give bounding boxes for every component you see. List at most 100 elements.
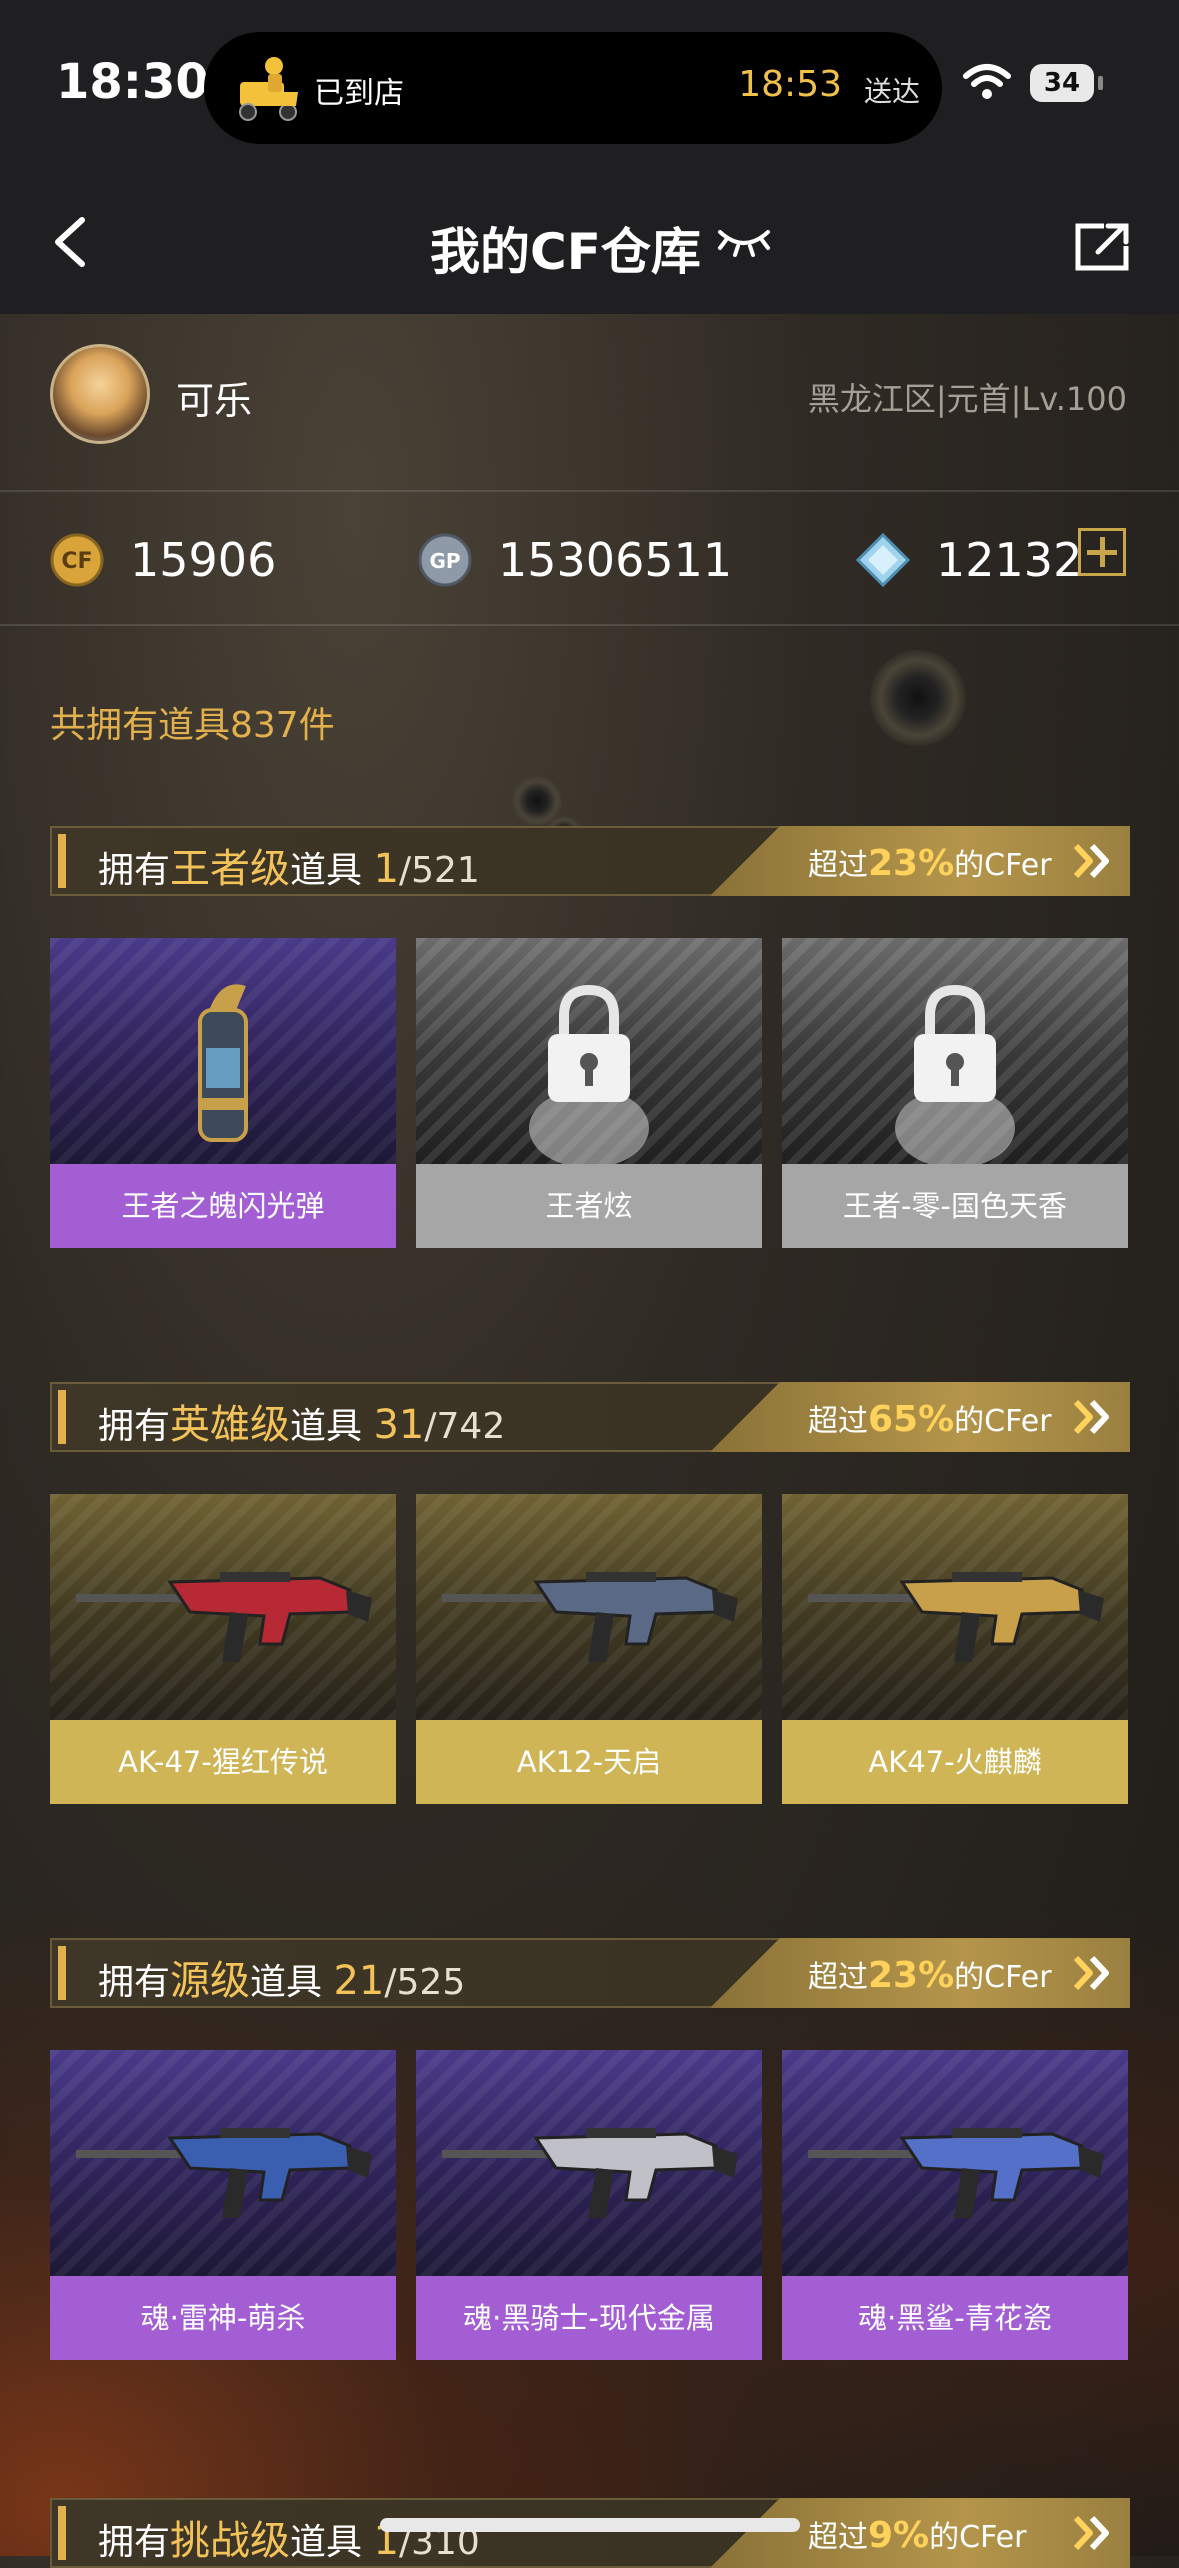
add-currency-button[interactable]	[1078, 528, 1126, 576]
item-image	[782, 2050, 1128, 2276]
item-name: 王者-零-国色天香	[782, 1164, 1128, 1248]
section-suffix: 道具	[290, 850, 363, 891]
item-name: 王者炫	[416, 1164, 762, 1248]
item-image	[782, 938, 1128, 1168]
page-title: 我的CF仓库	[430, 223, 701, 281]
section-header[interactable]: 拥有王者级道具 1/521 超过23%的CFer	[50, 826, 1130, 896]
rank-text: 超过65%的CFer	[808, 1396, 1052, 1440]
section-total-count: /521	[398, 850, 480, 891]
eye-closed-icon[interactable]	[716, 222, 772, 262]
cf-coin-icon: CF	[50, 533, 104, 587]
section-rank-badge[interactable]: 超过65%的CFer	[710, 1382, 1130, 1452]
rifle-icon	[808, 2128, 1104, 2218]
share-icon[interactable]	[1074, 222, 1130, 272]
user-name: 可乐	[176, 379, 253, 423]
rank-suffix: 的CFer	[929, 2520, 1027, 2555]
item-card[interactable]: 魂·雷神-萌杀	[50, 2050, 396, 2360]
section-owned-count: 1	[373, 846, 399, 892]
rank-prefix: 超过	[808, 2520, 868, 2555]
section-owned-count: 21	[333, 1958, 385, 2004]
item-card[interactable]: 魂·黑骑士-现代金属	[416, 2050, 762, 2360]
item-image	[50, 1494, 396, 1720]
item-name: AK47-火麒麟	[782, 1720, 1128, 1804]
item-card[interactable]: 王者-零-国色天香	[782, 938, 1128, 1248]
activity-eta-suffix: 送达	[863, 75, 920, 108]
rank-suffix: 的CFer	[954, 848, 1052, 883]
section-tier: 源级	[170, 1958, 251, 2004]
rank-prefix: 超过	[808, 1960, 868, 1995]
total-items: 共拥有道具837件	[50, 705, 335, 746]
section-header[interactable]: 拥有源级道具 21/525 超过23%的CFer	[50, 1938, 1130, 2008]
section-prefix: 拥有	[98, 2522, 171, 2563]
item-image	[50, 2050, 396, 2276]
section-tier: 王者级	[170, 846, 291, 892]
status-bar: 18:30 已到店 18:53 送达 34	[0, 0, 1179, 170]
item-name: AK12-天启	[416, 1720, 762, 1804]
rank-percent: 23%	[868, 843, 955, 884]
svg-text:CF: CF	[61, 549, 92, 574]
section-header[interactable]: 拥有英雄级道具 31/742 超过65%的CFer	[50, 1382, 1130, 1452]
rank-text: 超过9%的CFer	[808, 2512, 1026, 2556]
section-total-count: /742	[424, 1406, 506, 1447]
section-suffix: 道具	[290, 2522, 363, 2563]
activity-status: 已到店	[314, 76, 404, 111]
user-region-rank: 黑龙江区|元首|Lv.100	[807, 380, 1127, 418]
rank-prefix: 超过	[808, 848, 868, 883]
rank-percent: 23%	[868, 1955, 955, 1996]
section-label: 拥有英雄级道具 31/742	[98, 1392, 505, 1450]
item-card[interactable]: AK12-天启	[416, 1494, 762, 1804]
delivery-scooter-icon	[239, 57, 298, 121]
battery-cap	[1098, 76, 1103, 90]
back-chevron-icon[interactable]	[44, 214, 100, 270]
item-card[interactable]: 王者炫	[416, 938, 762, 1248]
double-chevron-right-icon	[1073, 2515, 1109, 2551]
section-suffix: 道具	[250, 1962, 323, 2003]
nav-bar: 我的CF仓库	[0, 170, 1179, 314]
item-image	[782, 1494, 1128, 1720]
item-name: 魂·黑鲨-青花瓷	[782, 2276, 1128, 2360]
item-card[interactable]: AK47-火麒麟	[782, 1494, 1128, 1804]
item-name: AK-47-猩红传说	[50, 1720, 396, 1804]
section-label: 拥有挑战级道具 1/310	[98, 2508, 480, 2566]
currency-row: CF 15906 GP 15306511 12132	[0, 490, 1179, 626]
item-card[interactable]: AK-47-猩红传说	[50, 1494, 396, 1804]
section-rank-badge[interactable]: 超过23%的CFer	[710, 826, 1130, 896]
section-prefix: 拥有	[98, 1962, 171, 2003]
rank-percent: 9%	[868, 2515, 930, 2556]
live-activity[interactable]: 已到店 18:53 送达	[204, 32, 942, 144]
battery-icon: 34	[1030, 64, 1094, 102]
profile-row[interactable]: 可乐 黑龙江区|元首|Lv.100	[0, 314, 1179, 492]
section-label: 拥有源级道具 21/525	[98, 1948, 465, 2006]
diamond-icon	[856, 533, 910, 587]
avatar[interactable]	[50, 344, 150, 444]
diamonds: 12132	[856, 530, 1082, 590]
item-card[interactable]: 王者之魄闪光弹	[50, 938, 396, 1248]
section-accent-bar	[58, 1390, 66, 1444]
section-rank-badge[interactable]: 超过9%的CFer	[710, 2498, 1130, 2568]
item-image	[50, 938, 396, 1164]
double-chevron-right-icon	[1073, 1955, 1109, 1991]
activity-eta-time: 18:53	[738, 64, 842, 105]
section-rank-badge[interactable]: 超过23%的CFer	[710, 1938, 1130, 2008]
section-accent-bar	[58, 834, 66, 888]
rifle-icon	[76, 2128, 372, 2218]
rank-prefix: 超过	[808, 1404, 868, 1439]
cf-points-value: 15906	[130, 533, 277, 587]
section-header[interactable]: 拥有挑战级道具 1/310 超过9%的CFer	[50, 2498, 1130, 2568]
section-accent-bar	[58, 2506, 66, 2560]
double-chevron-right-icon	[1073, 843, 1109, 879]
section-owned-count: 31	[373, 1402, 425, 1448]
item-card[interactable]: 魂·黑鲨-青花瓷	[782, 2050, 1128, 2360]
status-time: 18:30	[56, 54, 209, 110]
item-image	[416, 938, 762, 1168]
rifle-icon	[442, 1572, 738, 1662]
rifle-icon	[76, 1572, 372, 1662]
rank-text: 超过23%的CFer	[808, 840, 1052, 884]
home-indicator[interactable]	[380, 2518, 800, 2532]
section-suffix: 道具	[290, 1406, 363, 1447]
diamonds-value: 12132	[936, 533, 1083, 587]
